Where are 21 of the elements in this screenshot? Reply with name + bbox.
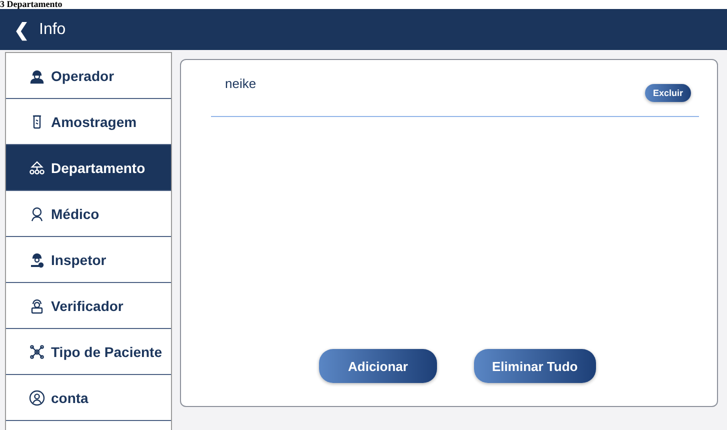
hard-hat-person-icon — [29, 252, 45, 268]
network-icon — [29, 344, 45, 360]
sidebar-item[interactable]: Verificador — [6, 283, 171, 329]
person-icon — [29, 298, 45, 314]
sidebar-item[interactable]: conta — [6, 375, 171, 421]
sidebar-item[interactable]: Operador — [6, 53, 171, 99]
action-button[interactable]: Eliminar Tudo — [474, 349, 596, 383]
page-title: 3 Departamento — [0, 0, 62, 9]
delete-button[interactable]: Excluir — [644, 84, 691, 102]
action-button[interactable]: Adicionar — [319, 349, 437, 383]
department-name: neike — [225, 76, 256, 91]
user-icon — [29, 390, 45, 406]
org-chart-icon — [29, 160, 45, 176]
back-button[interactable]: ❮ — [14, 18, 29, 40]
sidebar-item[interactable]: Inspetor — [6, 237, 171, 283]
hard-hat-person-icon — [29, 68, 45, 84]
sidebar-item[interactable]: Médico — [6, 191, 171, 237]
person-icon — [29, 206, 45, 222]
sidebar-item[interactable]: Departamento — [6, 145, 171, 191]
sidebar-item[interactable]: Tipo de Paciente — [6, 329, 171, 375]
header-title: Info — [39, 20, 66, 38]
